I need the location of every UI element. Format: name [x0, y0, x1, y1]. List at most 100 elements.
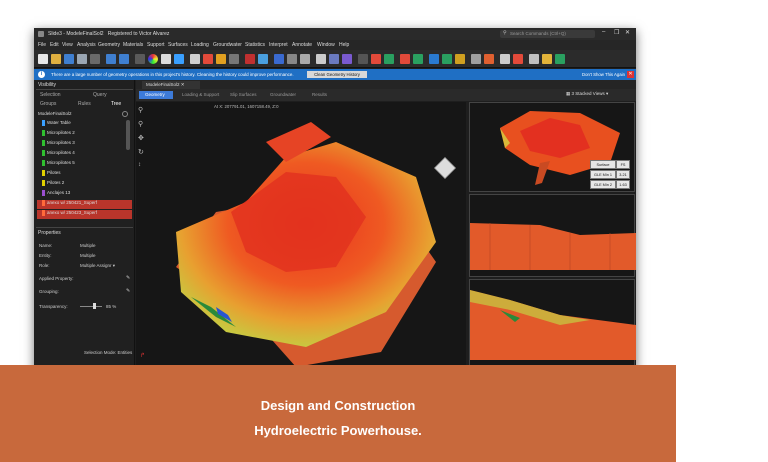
- grouping-pencil-icon[interactable]: ✎: [126, 288, 130, 294]
- result-icon[interactable]: [555, 54, 565, 64]
- tab-query[interactable]: Query: [93, 92, 107, 98]
- tree-item[interactable]: Micropilotes 5: [37, 160, 132, 169]
- cube-icon[interactable]: [229, 54, 239, 64]
- tab-results[interactable]: Results: [306, 91, 334, 99]
- tree-item[interactable]: anexo w/ 250423_Superf: [37, 210, 132, 219]
- save-icon[interactable]: [64, 54, 74, 64]
- menu-support[interactable]: Support: [147, 42, 165, 48]
- minimize-icon[interactable]: –: [602, 29, 605, 35]
- tree-item[interactable]: Micropilotes 3: [37, 140, 132, 149]
- cut-icon[interactable]: [300, 54, 310, 64]
- open-folder-icon[interactable]: [51, 54, 61, 64]
- view-selector[interactable]: ▦ 3 Stacked Views ▾: [566, 91, 608, 97]
- load-icon[interactable]: [371, 54, 381, 64]
- cursor-icon[interactable]: [316, 54, 326, 64]
- query-icon[interactable]: [529, 54, 539, 64]
- menu-geometry[interactable]: Geometry: [98, 42, 120, 48]
- tree-item[interactable]: Micropilotes 2: [37, 130, 132, 139]
- tab-rules[interactable]: Rules: [78, 101, 91, 107]
- tab-selection[interactable]: Selection: [40, 92, 61, 98]
- warning-icon[interactable]: [542, 54, 552, 64]
- mesh-icon[interactable]: [258, 54, 268, 64]
- active-tool-icon[interactable]: [274, 54, 284, 64]
- rectangle-select-icon[interactable]: [287, 54, 297, 64]
- tab-tree[interactable]: Tree: [111, 101, 121, 107]
- print-icon[interactable]: [77, 54, 87, 64]
- search-commands-input[interactable]: Search Commands (Ctrl+Q): [500, 30, 595, 38]
- redo-icon[interactable]: [119, 54, 129, 64]
- color-wheel-icon[interactable]: [148, 54, 158, 64]
- menu-surfaces[interactable]: Surfaces: [168, 42, 188, 48]
- interpret-icon[interactable]: [442, 54, 452, 64]
- surface-icon[interactable]: [174, 54, 184, 64]
- compute-icon[interactable]: [429, 54, 439, 64]
- stats-icon[interactable]: [471, 54, 481, 64]
- close-icon[interactable]: ✕: [625, 29, 630, 36]
- material-icon[interactable]: [203, 54, 213, 64]
- tree-settings-icon[interactable]: [122, 111, 128, 117]
- box-icon[interactable]: [216, 54, 226, 64]
- zoom-out-icon[interactable]: ⚲: [138, 120, 143, 128]
- surface-green-icon[interactable]: [413, 54, 423, 64]
- menu-window[interactable]: Window: [317, 42, 335, 48]
- transparency-slider[interactable]: [80, 306, 102, 307]
- tree-root[interactable]: ModeleFinalSol2: [38, 111, 72, 116]
- main-3d-viewport[interactable]: ⚲ ⚲ ✥ ↻ ↕ ↱: [136, 102, 466, 367]
- zoom-icon[interactable]: [135, 54, 145, 64]
- tree-item[interactable]: Pilotes: [37, 170, 132, 179]
- menu-annotate[interactable]: Annotate: [292, 42, 312, 48]
- support-icon[interactable]: [342, 54, 352, 64]
- edit-pencil-icon[interactable]: ✎: [126, 275, 130, 281]
- contour-icon[interactable]: [484, 54, 494, 64]
- surface-red-icon[interactable]: [400, 54, 410, 64]
- tab-geometry[interactable]: Geometry: [139, 91, 173, 99]
- menu-analysis[interactable]: Analysis: [77, 42, 96, 48]
- chart-icon[interactable]: [455, 54, 465, 64]
- tab-close-icon[interactable]: ✕: [181, 82, 185, 87]
- menu-view[interactable]: View: [62, 42, 73, 48]
- tab-groundwater[interactable]: Groundwater: [264, 91, 304, 99]
- view-front[interactable]: [469, 194, 636, 277]
- undo-icon[interactable]: [106, 54, 116, 64]
- pin-icon[interactable]: [245, 54, 255, 64]
- document-tab[interactable]: ModeleFinalSol2 ✕: [142, 81, 200, 89]
- view-side[interactable]: [469, 279, 636, 367]
- menu-file[interactable]: File: [38, 42, 46, 48]
- menu-groundwater[interactable]: Groundwater: [213, 42, 242, 48]
- pan-icon[interactable]: ✥: [138, 134, 144, 142]
- tree-item[interactable]: Pilotes 2: [37, 180, 132, 189]
- tree-item[interactable]: Water Table: [37, 120, 132, 129]
- tab-groups[interactable]: Groups: [40, 101, 56, 107]
- tab-slip-surfaces[interactable]: Slip Surfaces: [224, 91, 262, 99]
- menu-materials[interactable]: Materials: [123, 42, 143, 48]
- menu-help[interactable]: Help: [339, 42, 349, 48]
- tree-item[interactable]: Anclajes 13: [37, 190, 132, 199]
- export-icon[interactable]: [90, 54, 100, 64]
- marker-icon[interactable]: [513, 54, 523, 64]
- transparency-slider-handle[interactable]: [93, 303, 96, 309]
- menu-statistics[interactable]: Statistics: [245, 42, 265, 48]
- rotate-icon[interactable]: ↻: [138, 148, 144, 156]
- annotate-icon[interactable]: [500, 54, 510, 64]
- menu-edit[interactable]: Edit: [50, 42, 59, 48]
- prop-role-select[interactable]: Multiple Assignr ▾: [80, 263, 115, 269]
- menu-interpret[interactable]: Interpret: [269, 42, 288, 48]
- clean-geometry-history-button[interactable]: Clean Geometry History: [307, 71, 367, 78]
- maximize-icon[interactable]: ❐: [614, 29, 619, 36]
- tree-item[interactable]: Micropilotes 4: [37, 150, 132, 159]
- info-close-icon[interactable]: ✕: [627, 71, 634, 78]
- transparency-value[interactable]: 85 %: [106, 304, 116, 309]
- new-file-icon[interactable]: [38, 54, 48, 64]
- zoom-in-icon[interactable]: ⚲: [138, 106, 143, 114]
- fit-view-icon[interactable]: ↕: [138, 162, 141, 168]
- document-icon[interactable]: [190, 54, 200, 64]
- menu-loading[interactable]: Loading: [191, 42, 209, 48]
- water-icon[interactable]: [384, 54, 394, 64]
- select-icon[interactable]: [161, 54, 171, 64]
- tree-item[interactable]: anexo w/ 250421_Superf: [37, 200, 132, 209]
- layers-icon[interactable]: [329, 54, 339, 64]
- tree-scrollbar[interactable]: [126, 120, 130, 150]
- dont-show-again-link[interactable]: Don't Show This Again: [582, 72, 625, 77]
- anchor-icon[interactable]: [358, 54, 368, 64]
- tab-loading-support[interactable]: Loading & Support: [176, 91, 222, 99]
